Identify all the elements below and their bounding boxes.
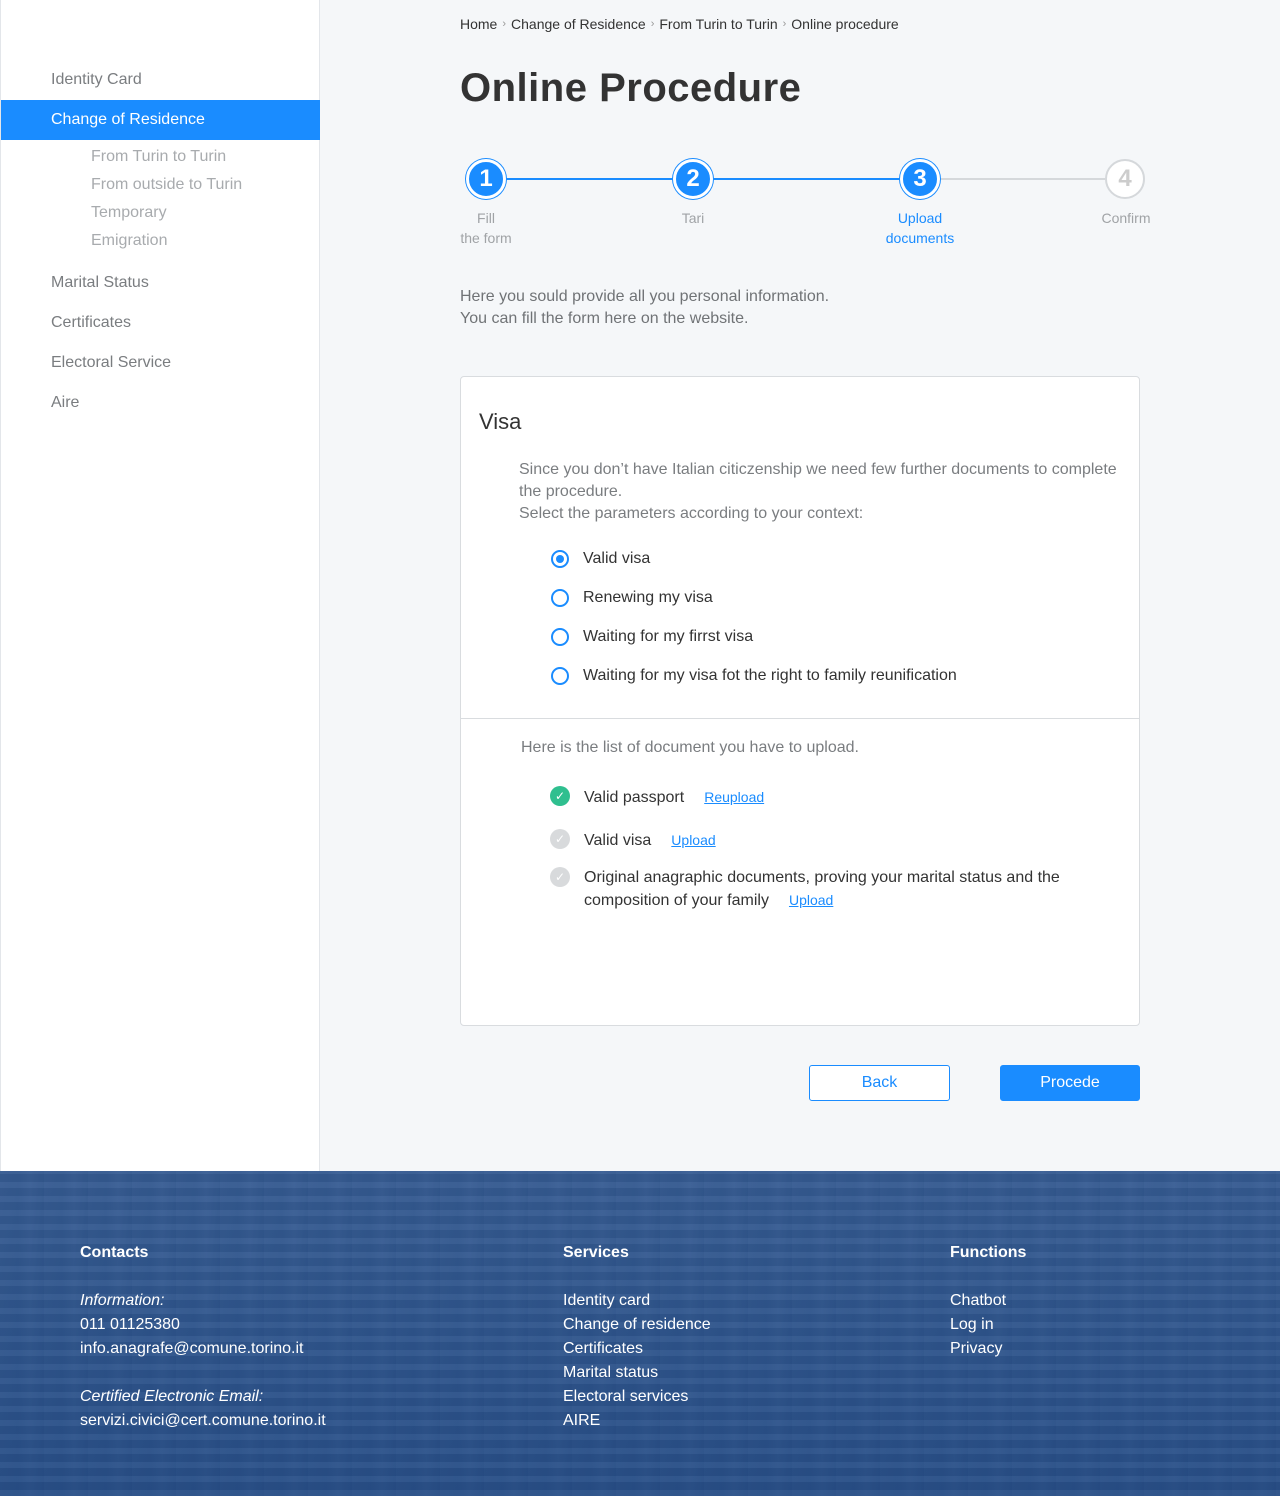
breadcrumb-turin-to-turin[interactable]: From Turin to Turin (659, 16, 777, 32)
intro-text: Here you sould provide all you personal … (460, 286, 829, 330)
radio-label: Waiting for my visa fot the right to fam… (583, 667, 957, 684)
document-label-text: Valid passport (584, 789, 685, 806)
footer-link-log-in[interactable]: Log in (950, 1313, 1026, 1337)
card-title: Visa (479, 409, 522, 434)
upload-link[interactable]: Upload (671, 832, 715, 848)
footer-services: Services Identity card Change of residen… (563, 1241, 711, 1433)
document-label-text: Valid visa (584, 832, 652, 849)
card-description-line1: Since you don’t have Italian citiczenshi… (519, 461, 1117, 500)
radio-unchecked-icon[interactable] (551, 628, 569, 646)
page-title: Online Procedure (460, 66, 802, 110)
footer-contacts-heading: Contacts (80, 1244, 149, 1261)
visa-card: Visa Since you don’t have Italian citicz… (460, 376, 1140, 1026)
sidebar: Identity Card Change of Residence From T… (0, 0, 320, 1171)
footer-spacer (80, 1361, 326, 1385)
radio-label: Waiting for my firrst visa (583, 628, 754, 645)
footer-link-marital-status[interactable]: Marital status (563, 1361, 711, 1385)
footer-email-link[interactable]: info.anagrafe@comune.torino.it (80, 1337, 326, 1361)
footer-link-electoral-services[interactable]: Electoral services (563, 1385, 711, 1409)
document-item-passport: ✓ Valid passport Reupload (550, 786, 764, 809)
radio-unchecked-icon[interactable] (551, 589, 569, 607)
step-1-label-line2: the form (460, 230, 512, 246)
radio-family-reunification[interactable]: Waiting for my visa fot the right to fam… (551, 667, 957, 685)
footer-link-identity-card[interactable]: Identity card (563, 1289, 711, 1313)
step-connector (713, 178, 900, 180)
step-4-label: Confirm (1066, 208, 1186, 228)
intro-line-1: Here you sould provide all you personal … (460, 288, 830, 305)
breadcrumb: Home › Change of Residence › From Turin … (460, 16, 899, 32)
card-description: Since you don’t have Italian citiczenshi… (519, 459, 1119, 525)
radio-label: Renewing my visa (583, 589, 713, 606)
procede-button[interactable]: Procede (1000, 1065, 1140, 1101)
footer-contacts: Contacts Information: 011 01125380 info.… (80, 1241, 326, 1433)
footer-phone: 011 01125380 (80, 1316, 180, 1333)
step-1-circle: 1 (466, 159, 506, 199)
footer-link-privacy[interactable]: Privacy (950, 1337, 1026, 1361)
radio-checked-icon[interactable] (551, 550, 569, 568)
step-1-label-line1: Fill (477, 210, 495, 226)
step-4-label-line1: Confirm (1101, 210, 1151, 226)
step-1-label: Fill the form (426, 208, 546, 248)
sidebar-item-marital-status[interactable]: Marital Status (1, 263, 320, 303)
step-connector (506, 178, 673, 180)
footer-functions: Functions Chatbot Log in Privacy (950, 1241, 1026, 1361)
breadcrumb-separator: › (782, 18, 787, 30)
document-label: Valid visa Upload (584, 829, 716, 852)
sidebar-item-certificates[interactable]: Certificates (1, 303, 320, 343)
card-divider (461, 718, 1139, 719)
back-button[interactable]: Back (809, 1065, 950, 1101)
check-icon: ✓ (550, 786, 570, 806)
sidebar-subitem-temporary[interactable]: Temporary (91, 199, 167, 227)
sidebar-item-aire[interactable]: Aire (1, 383, 320, 423)
sidebar-subitem-emigration[interactable]: Emigration (91, 227, 167, 255)
upload-link[interactable]: Upload (789, 892, 833, 908)
footer-cert-label: Certified Electronic Email: (80, 1388, 264, 1405)
footer-link-aire[interactable]: AIRE (563, 1409, 711, 1433)
breadcrumb-separator: › (502, 18, 507, 30)
documents-intro: Here is the list of document you have to… (521, 739, 859, 756)
card-description-line2: Select the parameters according to your … (519, 505, 864, 522)
footer: Contacts Information: 011 01125380 info.… (0, 1171, 1280, 1496)
step-2-label: Tari (633, 208, 753, 228)
document-item-anagraphic: ✓ Original anagraphic documents, proving… (550, 867, 1110, 912)
document-label: Original anagraphic documents, proving y… (584, 867, 1110, 912)
footer-link-certificates[interactable]: Certificates (563, 1337, 711, 1361)
footer-cert-email-link[interactable]: servizi.civici@cert.comune.torino.it (80, 1409, 326, 1433)
step-3-label-line2: documents (885, 230, 955, 246)
sidebar-subitem-turin-to-turin[interactable]: From Turin to Turin (91, 143, 226, 171)
check-icon: ✓ (550, 829, 570, 849)
radio-waiting-first-visa[interactable]: Waiting for my firrst visa (551, 628, 753, 646)
footer-functions-heading: Functions (950, 1244, 1027, 1261)
sidebar-subitem-outside-to-turin[interactable]: From outside to Turin (91, 171, 242, 199)
step-3-label-line1: Upload (897, 210, 943, 226)
document-item-visa: ✓ Valid visa Upload (550, 829, 716, 852)
step-connector (940, 178, 1105, 180)
step-2-label-line1: Tari (681, 210, 705, 226)
footer-link-change-of-residence[interactable]: Change of residence (563, 1313, 711, 1337)
step-3-circle: 3 (900, 159, 940, 199)
footer-info-label: Information: (80, 1292, 165, 1309)
breadcrumb-separator: › (650, 18, 655, 30)
breadcrumb-current: Online procedure (791, 16, 899, 32)
reupload-link[interactable]: Reupload (704, 789, 764, 805)
check-icon: ✓ (550, 867, 570, 887)
sidebar-item-electoral-service[interactable]: Electoral Service (1, 343, 320, 383)
footer-link-chatbot[interactable]: Chatbot (950, 1289, 1026, 1313)
breadcrumb-home[interactable]: Home (460, 16, 497, 32)
step-4-circle: 4 (1105, 159, 1145, 199)
breadcrumb-change-of-residence[interactable]: Change of Residence (511, 16, 646, 32)
step-2-circle: 2 (673, 159, 713, 199)
document-label: Valid passport Reupload (584, 786, 764, 809)
radio-renewing-visa[interactable]: Renewing my visa (551, 589, 713, 607)
sidebar-item-identity-card[interactable]: Identity Card (1, 60, 320, 100)
step-3-label: Upload documents (860, 208, 980, 248)
footer-services-heading: Services (563, 1244, 629, 1261)
radio-unchecked-icon[interactable] (551, 667, 569, 685)
radio-valid-visa[interactable]: Valid visa (551, 550, 650, 568)
sidebar-item-change-of-residence[interactable]: Change of Residence (1, 100, 320, 140)
intro-line-2: You can fill the form here on the websit… (460, 310, 749, 327)
radio-label: Valid visa (583, 550, 651, 567)
